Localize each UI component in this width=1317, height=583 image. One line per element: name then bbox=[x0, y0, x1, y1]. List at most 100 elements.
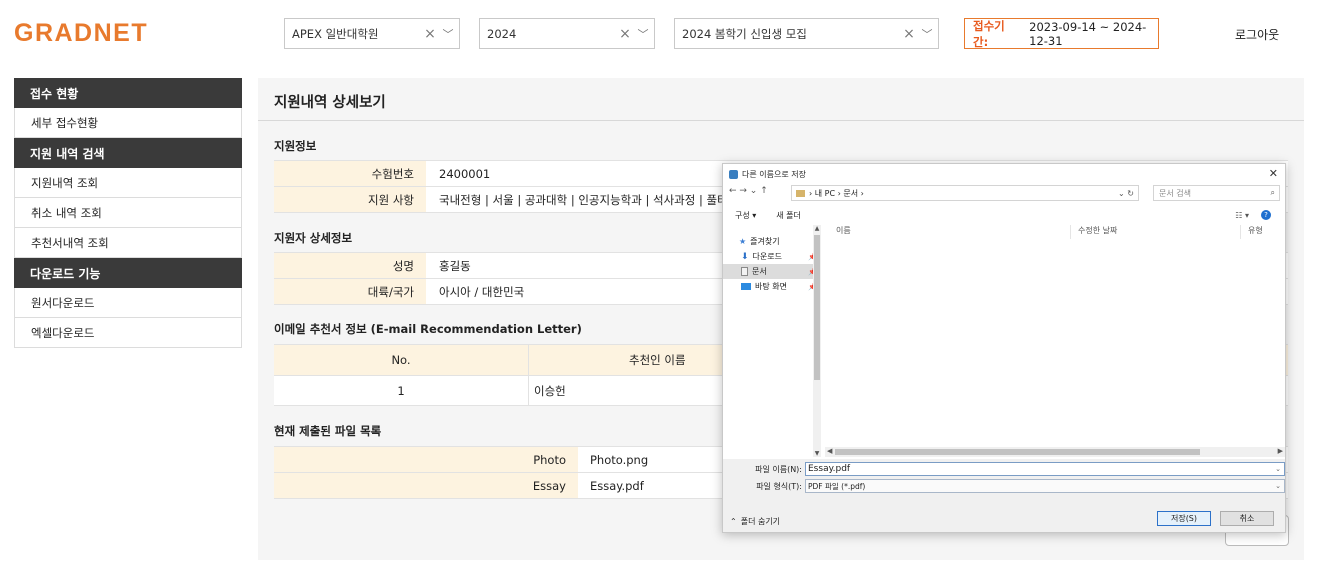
period-label: 접수기간: bbox=[973, 18, 1005, 49]
scroll-left-icon[interactable]: ◀ bbox=[827, 447, 832, 455]
logo-text: GRADNET bbox=[14, 18, 149, 47]
search-placeholder: 문서 검색 bbox=[1159, 188, 1191, 198]
section-title-applicant-info: 지원정보 bbox=[274, 139, 317, 153]
sidebar-item-cancel-list[interactable]: 취소 내역 조회 bbox=[14, 198, 242, 228]
year-select[interactable]: 2024 × ﹀ bbox=[479, 18, 655, 49]
table-key: Photo bbox=[274, 447, 578, 472]
address-bar[interactable]: › 내 PC › 문서 › ⌄ ↻ bbox=[791, 185, 1139, 201]
sidebar-section-status: 접수 현황 bbox=[14, 78, 242, 108]
year-select-value: 2024 bbox=[487, 26, 517, 41]
download-icon: ⬇ bbox=[741, 251, 749, 262]
column-name[interactable]: 이름 bbox=[825, 225, 1071, 239]
breadcrumb: › 내 PC › 문서 › bbox=[809, 188, 864, 198]
help-icon[interactable]: ? bbox=[1261, 210, 1271, 220]
desktop-icon bbox=[741, 283, 751, 290]
folder-icon bbox=[796, 189, 805, 197]
dialog-titlebar: 다른 이름으로 저장 bbox=[729, 169, 806, 180]
table-key: 지원 사항 bbox=[274, 187, 426, 212]
tree-item-desktop[interactable]: 바탕 화면 📌 bbox=[723, 279, 821, 294]
chevron-down-icon[interactable]: ﹀ bbox=[437, 26, 459, 42]
refresh-icon[interactable]: ⌄ ↻ bbox=[1118, 189, 1134, 198]
view-options-icon[interactable]: ☷ ▾ bbox=[1235, 211, 1249, 220]
table-cell: 1 bbox=[397, 383, 405, 398]
recruitment-select-value: 2024 봄학기 신입생 모집 bbox=[682, 26, 807, 41]
clear-icon[interactable]: × bbox=[618, 26, 632, 42]
save-as-dialog: 다른 이름으로 저장 ✕ ← → ⌄ ↑ › 내 PC › 문서 › ⌄ ↻ 문… bbox=[722, 163, 1286, 533]
column-date[interactable]: 수정한 날짜 bbox=[1071, 225, 1241, 239]
sidebar: 접수 현황 세부 접수현황 지원 내역 검색 지원내역 조회 취소 내역 조회 … bbox=[14, 78, 242, 348]
period-value: 2023-09-14 ~ 2024-12-31 bbox=[1029, 19, 1147, 48]
dialog-search-input[interactable]: 문서 검색 ⌕ bbox=[1153, 185, 1280, 201]
tree-scrollbar[interactable]: ▲ ▼ bbox=[813, 225, 821, 457]
table-key: 대륙/국가 bbox=[274, 279, 426, 304]
search-icon: ⌕ bbox=[1270, 188, 1275, 197]
chevron-up-icon: ⌃ bbox=[730, 517, 737, 526]
gradnet-logo[interactable]: GRADNET bbox=[14, 16, 148, 50]
table-key: Essay bbox=[274, 473, 578, 498]
tree-item-label: 즐겨찾기 bbox=[750, 237, 780, 246]
file-name-value: Essay.pdf bbox=[808, 464, 851, 474]
sidebar-item-excel-download[interactable]: 엑셀다운로드 bbox=[14, 318, 242, 348]
chevron-down-icon[interactable]: ﹀ bbox=[916, 26, 938, 42]
file-type-row: 파일 형식(T): PDF 파일 (*.pdf) ⌄ bbox=[754, 479, 1285, 493]
tree-item-label: 바탕 화면 bbox=[755, 282, 787, 291]
hide-folders-toggle[interactable]: ⌃ 폴더 숨기기 bbox=[730, 516, 780, 527]
section-title-files: 현재 제출된 파일 목록 bbox=[274, 424, 382, 438]
file-type-select[interactable]: PDF 파일 (*.pdf) ⌄ bbox=[805, 479, 1285, 493]
dialog-title: 다른 이름으로 저장 bbox=[742, 170, 806, 179]
close-icon[interactable]: ✕ bbox=[1269, 167, 1278, 180]
scroll-down-icon[interactable]: ▼ bbox=[813, 450, 821, 457]
scroll-right-icon[interactable]: ▶ bbox=[1278, 447, 1283, 455]
scrollbar-thumb[interactable] bbox=[814, 235, 820, 380]
tree-item-documents[interactable]: 문서 📌 bbox=[723, 264, 821, 279]
chevron-down-icon[interactable]: ⌄ bbox=[1275, 465, 1281, 473]
section-title-applicant-detail: 지원자 상세정보 bbox=[274, 231, 353, 245]
sidebar-item-form-download[interactable]: 원서다운로드 bbox=[14, 288, 242, 318]
new-folder-button[interactable]: 새 폴더 bbox=[776, 210, 801, 221]
sidebar-item-detail-status[interactable]: 세부 접수현황 bbox=[14, 108, 242, 138]
university-select-value: APEX 일반대학원 bbox=[292, 26, 379, 41]
chevron-down-icon[interactable]: ⌄ bbox=[1275, 482, 1281, 490]
file-name-row: 파일 이름(N): Essay.pdf ⌄ bbox=[754, 462, 1285, 476]
column-type[interactable]: 유형 bbox=[1241, 225, 1263, 239]
page-title: 지원내역 상세보기 bbox=[274, 95, 386, 111]
dialog-toolbar: 구성 ▾ 새 폴더 ☷ ▾ ? bbox=[723, 206, 1285, 224]
table-key: 수험번호 bbox=[274, 161, 426, 186]
file-type-label: 파일 형식(T): bbox=[756, 481, 802, 491]
file-list-header: 이름 수정한 날짜 유형 bbox=[825, 225, 1285, 239]
title-divider bbox=[258, 120, 1304, 121]
tree-item-favorites[interactable]: ★ 즐겨찾기 bbox=[723, 234, 821, 249]
section-title-recommendation: 이메일 추천서 정보 (E-mail Recommendation Letter… bbox=[274, 322, 582, 336]
file-type-value: PDF 파일 (*.pdf) bbox=[808, 481, 866, 491]
column-header: No. bbox=[391, 353, 411, 367]
file-name-input[interactable]: Essay.pdf ⌄ bbox=[805, 462, 1285, 476]
chevron-down-icon[interactable]: ﹀ bbox=[632, 26, 654, 42]
tree-item-label: 문서 bbox=[752, 267, 767, 276]
app-root: GRADNET APEX 일반대학원 × ﹀ 2024 × ﹀ 2024 봄학기… bbox=[0, 0, 1317, 583]
clear-icon[interactable]: × bbox=[423, 26, 437, 42]
document-icon bbox=[741, 267, 748, 276]
star-icon: ★ bbox=[739, 237, 747, 246]
tree-item-label: 다운로드 bbox=[752, 252, 782, 261]
recruitment-select[interactable]: 2024 봄학기 신입생 모집 × ﹀ bbox=[674, 18, 939, 49]
file-name-label: 파일 이름(N): bbox=[755, 464, 802, 474]
university-select[interactable]: APEX 일반대학원 × ﹀ bbox=[284, 18, 460, 49]
file-list-scrollbar[interactable]: ◀ ▶ bbox=[825, 447, 1285, 457]
cancel-button[interactable]: 취소 bbox=[1220, 511, 1274, 526]
logout-link[interactable]: 로그아웃 bbox=[1235, 26, 1279, 43]
save-button[interactable]: 저장(S) bbox=[1157, 511, 1211, 526]
app-icon bbox=[729, 170, 738, 179]
organize-button[interactable]: 구성 ▾ bbox=[735, 210, 756, 221]
table-key: 성명 bbox=[274, 253, 426, 278]
scrollbar-thumb[interactable] bbox=[835, 449, 1200, 455]
folder-tree: ★ 즐겨찾기 ⬇ 다운로드 📌 문서 📌 바탕 화면 📌 bbox=[723, 225, 821, 457]
tree-item-downloads[interactable]: ⬇ 다운로드 📌 bbox=[723, 249, 821, 264]
sidebar-section-search: 지원 내역 검색 bbox=[14, 138, 242, 168]
clear-icon[interactable]: × bbox=[902, 26, 916, 42]
sidebar-item-application-list[interactable]: 지원내역 조회 bbox=[14, 168, 242, 198]
scroll-up-icon[interactable]: ▲ bbox=[813, 225, 821, 232]
nav-buttons[interactable]: ← → ⌄ ↑ bbox=[729, 186, 768, 196]
sidebar-item-recommendation-list[interactable]: 추천서내역 조회 bbox=[14, 228, 242, 258]
sidebar-section-download: 다운로드 기능 bbox=[14, 258, 242, 288]
application-period: 접수기간: 2023-09-14 ~ 2024-12-31 bbox=[964, 18, 1159, 49]
